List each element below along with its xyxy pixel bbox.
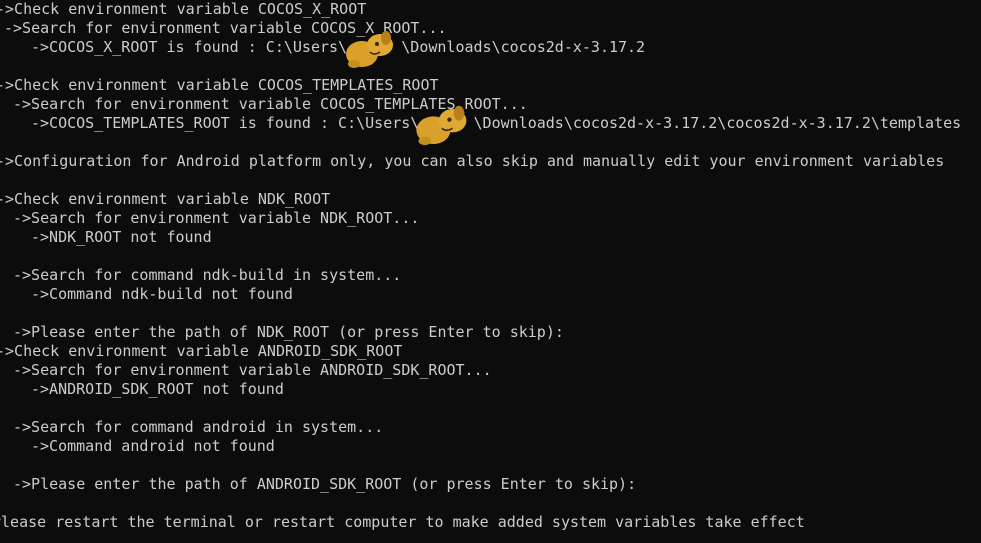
terminal-line: ->Configuration for Android platform onl… [0,152,945,170]
terminal-line: ->Check environment variable ANDROID_SDK… [0,342,403,360]
terminal-line: ->Search for environment variable ANDROI… [13,361,492,379]
terminal-line: ->Please enter the path of NDK_ROOT (or … [13,323,564,341]
terminal-line: ->COCOS_TEMPLATES_ROOT is found : C:\Use… [31,114,962,132]
terminal-line: ->Search for command android in system..… [13,418,384,436]
terminal-line: ->Check environment variable COCOS_X_ROO… [0,0,367,18]
terminal-line: Please restart the terminal or restart c… [0,513,805,531]
terminal-window[interactable]: ->Check environment variable COCOS_X_ROO… [0,0,981,543]
terminal-line: ->Search for environment variable COCOS_… [13,95,528,113]
terminal-line: ->Search for environment variable NDK_RO… [13,209,420,227]
terminal-line: ->COCOS_X_ROOT is found : C:\Users\ \Dow… [31,38,646,56]
terminal-line: ->Check environment variable NDK_ROOT [0,190,331,208]
terminal-line: ->ANDROID_SDK_ROOT not found [31,380,284,398]
terminal-line: ->Search for environment variable COCOS_… [4,19,447,37]
terminal-line: ->Check environment variable COCOS_TEMPL… [0,76,439,94]
redaction-sticker-icon [416,105,467,146]
terminal-line: ->Please enter the path of ANDROID_SDK_R… [13,475,637,493]
redaction-sticker-icon [346,31,393,68]
terminal-line: ->Command ndk-build not found [31,285,293,303]
terminal-line: ->Command android not found [31,437,275,455]
terminal-line: ->NDK_ROOT not found [31,228,212,246]
terminal-line: ->Search for command ndk-build in system… [13,266,402,284]
